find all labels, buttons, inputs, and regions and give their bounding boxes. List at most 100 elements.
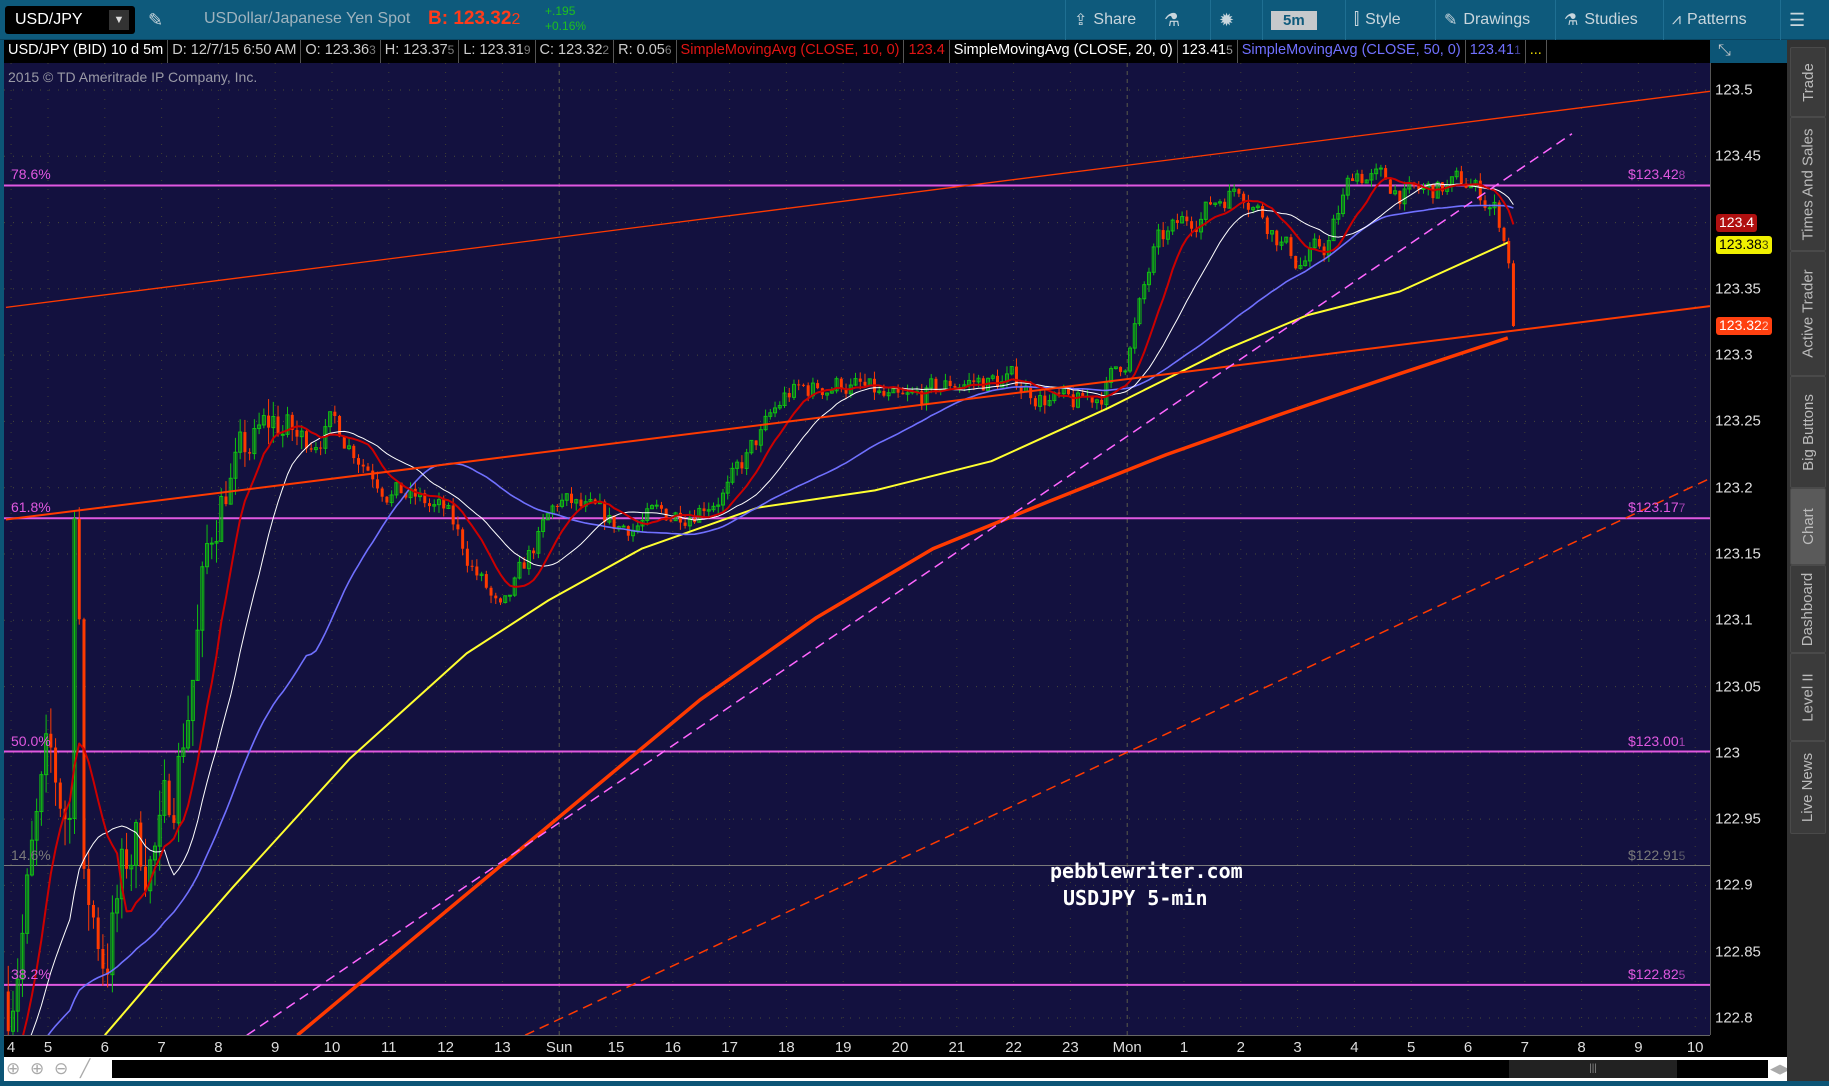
candle-up <box>1123 370 1128 373</box>
candle-up <box>280 433 285 436</box>
candle-down <box>901 392 905 395</box>
info-text: SimpleMovingAvg (CLOSE, 50, 0) <box>1241 42 1461 58</box>
sidebar-tab-trade[interactable]: Trade <box>1790 47 1826 117</box>
price-tick-label: 123.45 <box>1715 147 1761 165</box>
watermark-site: pebblewriter.com <box>1050 859 1243 883</box>
price-marker-suffix: 2 <box>1761 318 1769 333</box>
chevron-down-icon[interactable]: ▼ <box>109 10 129 30</box>
share-label: Share <box>1093 11 1137 28</box>
fib-price-label: $122.915 <box>1628 847 1685 863</box>
time-axis[interactable]: 4 5 6 7 8 9 10 11 12 13 Sun 15 16 17 18 19 20 21 22 23 Mon 1 2… <box>4 1035 1710 1057</box>
patterns-label: Patterns <box>1687 11 1747 28</box>
candle-down <box>361 464 365 467</box>
zoom-in-icon[interactable]: ⊕ <box>30 1059 44 1079</box>
drawings-button[interactable]: ✎ Drawings <box>1435 0 1538 40</box>
mid-trend-line <box>5 305 1710 521</box>
time-tick-label: 8 <box>214 1039 223 1056</box>
zoom-out-icon[interactable]: ⊖ <box>54 1059 68 1079</box>
time-tick-label: 7 <box>1520 1039 1529 1056</box>
candle-down <box>54 747 58 783</box>
candle-down <box>167 780 171 816</box>
time-tick-label: 23 <box>1062 1039 1079 1056</box>
info-suffix: 1 <box>1514 43 1521 57</box>
candle-down <box>1388 179 1392 194</box>
time-tick-label: 7 <box>157 1039 166 1056</box>
candle-down <box>267 415 271 428</box>
sidebar-tab-active-trader[interactable]: Active Trader <box>1790 251 1826 376</box>
sidebar-tab-label: Active Trader <box>1799 269 1817 358</box>
sma10-line <box>22 177 1515 1035</box>
horizontal-scrollbar[interactable]: ||| <box>112 1060 1768 1078</box>
link-icon[interactable]: ✎ <box>140 0 171 40</box>
fib-price-suffix: 5 <box>1678 967 1686 982</box>
time-tick-label: 5 <box>43 1039 53 1056</box>
info-item: SimpleMovingAvg (CLOSE, 20, 0) <box>950 40 1178 63</box>
fib-percent-label: 61.8% <box>11 499 51 516</box>
info-suffix: 2 <box>602 43 610 57</box>
candle-down <box>1261 206 1265 218</box>
price-tick-label: 123.3 <box>1715 346 1753 364</box>
price-tick-label: 123.2 <box>1715 479 1753 497</box>
time-tick-label: 2 <box>1236 1039 1245 1056</box>
candle-down <box>499 598 503 603</box>
info-item: 123.411 <box>1466 40 1526 63</box>
info-text: O: 123.36 <box>305 42 370 58</box>
sidebar-tab-big-buttons[interactable]: Big Buttons <box>1790 376 1826 488</box>
info-item: ... <box>1526 40 1547 63</box>
share-button[interactable]: ⇪ Share <box>1065 0 1144 40</box>
time-tick-label: 4 <box>1350 1039 1359 1056</box>
sidebar-tab-label: Times And Sales <box>1799 128 1817 240</box>
symbol-selector[interactable]: USD/JPY ▼ <box>5 6 135 34</box>
studies-button[interactable]: ⚗ Studies <box>1555 0 1646 40</box>
info-text: 123.41 <box>1181 42 1227 58</box>
sidebar-tab-live-news[interactable]: Live News <box>1790 741 1826 834</box>
chart-info-bar: USD/JPY (BID) 10 d 5m D: 12/7/15 6:50 AM O… <box>4 40 1710 63</box>
info-suffix: 3 <box>369 43 376 57</box>
sidebar-tab-times-and-sales[interactable]: Times And Sales <box>1790 117 1826 251</box>
fib-percent-label: 50.0% <box>11 732 51 749</box>
candle-down <box>319 447 323 449</box>
toolbar: USD/JPY ▼ ✎ USDollar/Japanese Yen Spot B:… <box>0 0 1829 40</box>
scrollbar-thumb[interactable]: ||| <box>1509 1060 1677 1078</box>
flask-icon[interactable]: ⚗ <box>1155 0 1188 40</box>
chart-scroll-row: ⊕ ⊕ ⊖ ╱ ||| ◀▶ <box>4 1057 1790 1081</box>
candle-down <box>1294 255 1298 269</box>
crosshair-icon[interactable]: ⊕ <box>6 1059 20 1079</box>
time-tick-label: 5 <box>1407 1039 1416 1056</box>
time-tick-label: 13 <box>494 1039 511 1056</box>
candle-down <box>612 515 616 529</box>
axis-corner <box>1710 1035 1787 1057</box>
candle-down <box>1185 216 1189 222</box>
timeframe-button[interactable]: 5m <box>1262 0 1325 40</box>
patterns-button[interactable]: ⩘ Patterns <box>1663 0 1755 40</box>
style-button[interactable]: ⫿ Style <box>1345 0 1409 40</box>
candle-down <box>461 529 465 549</box>
info-item: O: 123.363 <box>301 40 381 63</box>
chart-plot-area[interactable]: 2015 © TD Ameritrade IP Company, Inc. 78… <box>4 63 1710 1035</box>
fib-price-suffix: 8 <box>1678 168 1686 183</box>
fib-percent-label: 78.6% <box>11 166 51 183</box>
info-text: D: 12/7/15 6:50 AM <box>172 42 297 58</box>
info-item: L: 123.319 <box>459 40 536 63</box>
fib-price: $122.91 <box>1628 846 1679 863</box>
candle-down <box>659 505 663 509</box>
candle-up <box>1378 167 1383 170</box>
price-marker-suffix: 3 <box>1761 238 1769 253</box>
price-axis[interactable]: 123.5 123.45 123.4 123.35 123.3 123.25 123.2 12… <box>1710 63 1787 1035</box>
sidebar-tab-level-ii[interactable]: Level II <box>1790 653 1826 741</box>
sidebar-tab-label: Big Buttons <box>1799 393 1817 471</box>
fib-percent-label: 14.6% <box>11 846 51 863</box>
collapse-icon[interactable]: ⤡ <box>1718 42 1731 60</box>
price-marker: 123.383 <box>1716 236 1772 255</box>
sidebar-tab-chart[interactable]: Chart <box>1790 488 1826 565</box>
draw-line-icon[interactable]: ╱ <box>80 1059 90 1079</box>
sidebar-tab-dashboard[interactable]: Dashboard <box>1790 565 1826 653</box>
candle-down <box>1360 173 1364 183</box>
candlestick-icon: ⫿ <box>1354 11 1360 28</box>
info-suffix: 5 <box>1226 43 1233 57</box>
candle-down <box>333 411 337 417</box>
gear-icon[interactable]: ✹ <box>1210 0 1242 40</box>
candle-down <box>352 445 356 459</box>
time-tick-label: 20 <box>891 1039 909 1056</box>
menu-icon[interactable]: ☰ <box>1780 0 1813 40</box>
